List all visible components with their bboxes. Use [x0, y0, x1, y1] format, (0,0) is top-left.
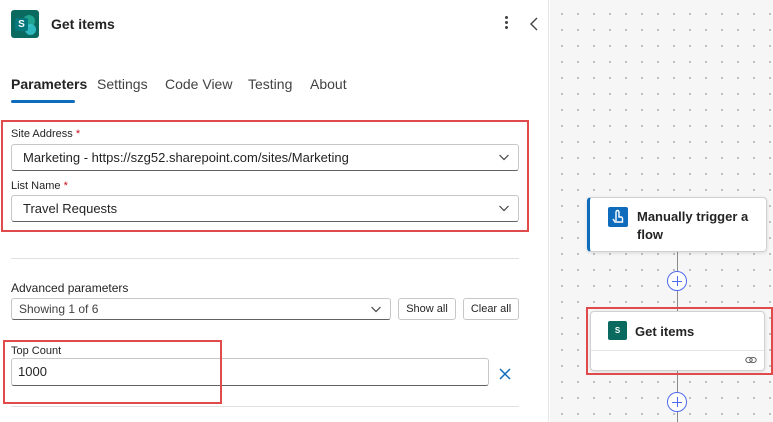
manual-trigger-icon: [608, 207, 628, 227]
top-count-input[interactable]: 1000: [11, 358, 489, 386]
tab-parameters[interactable]: Parameters: [11, 76, 87, 92]
sharepoint-icon: S: [608, 321, 627, 340]
required-mark: *: [63, 180, 68, 192]
advanced-parameters-dropdown[interactable]: Showing 1 of 6: [11, 298, 391, 320]
trigger-card[interactable]: Manually trigger a flow: [587, 197, 767, 252]
more-options-icon[interactable]: [499, 14, 513, 34]
chevron-left-icon[interactable]: [526, 14, 542, 34]
required-mark: *: [75, 128, 81, 140]
sharepoint-icon: S: [11, 10, 39, 38]
section-divider: [11, 406, 519, 407]
site-address-dropdown[interactable]: Marketing - https://szg52.sharepoint.com…: [11, 144, 519, 171]
chevron-down-icon: [499, 205, 509, 212]
link-icon: [745, 356, 757, 364]
chevron-down-icon: [371, 306, 381, 313]
advanced-parameters-value: Showing 1 of 6: [19, 302, 99, 316]
list-name-dropdown[interactable]: Travel Requests: [11, 195, 519, 222]
tab-code-view[interactable]: Code View: [165, 76, 232, 92]
trigger-card-title: Manually trigger a flow: [637, 209, 749, 242]
add-step-plus-icon[interactable]: [667, 392, 687, 412]
top-count-label: Top Count: [11, 345, 62, 357]
chevron-down-icon: [499, 154, 509, 161]
advanced-parameters-label: Advanced parameters: [11, 281, 129, 295]
site-address-value: Marketing - https://szg52.sharepoint.com…: [23, 150, 349, 165]
card-divider: [591, 350, 764, 351]
tab-settings[interactable]: Settings: [97, 76, 148, 92]
list-name-value: Travel Requests: [23, 201, 118, 216]
clear-all-button[interactable]: Clear all: [463, 298, 519, 320]
section-divider: [11, 258, 519, 259]
get-items-card[interactable]: S Get items: [590, 311, 765, 371]
list-name-label: List Name *: [11, 180, 68, 192]
action-details-panel: S Get items Parameters Settings Code Vie…: [0, 0, 549, 422]
get-items-card-title: Get items: [635, 324, 695, 339]
active-tab-indicator: [11, 100, 75, 103]
site-address-label: Site Address *: [11, 128, 81, 140]
close-icon[interactable]: [497, 366, 513, 382]
panel-title: Get items: [51, 16, 115, 32]
add-step-plus-icon[interactable]: [667, 271, 687, 291]
tab-testing[interactable]: Testing: [248, 76, 292, 92]
show-all-button[interactable]: Show all: [398, 298, 456, 320]
tab-about[interactable]: About: [310, 76, 347, 92]
